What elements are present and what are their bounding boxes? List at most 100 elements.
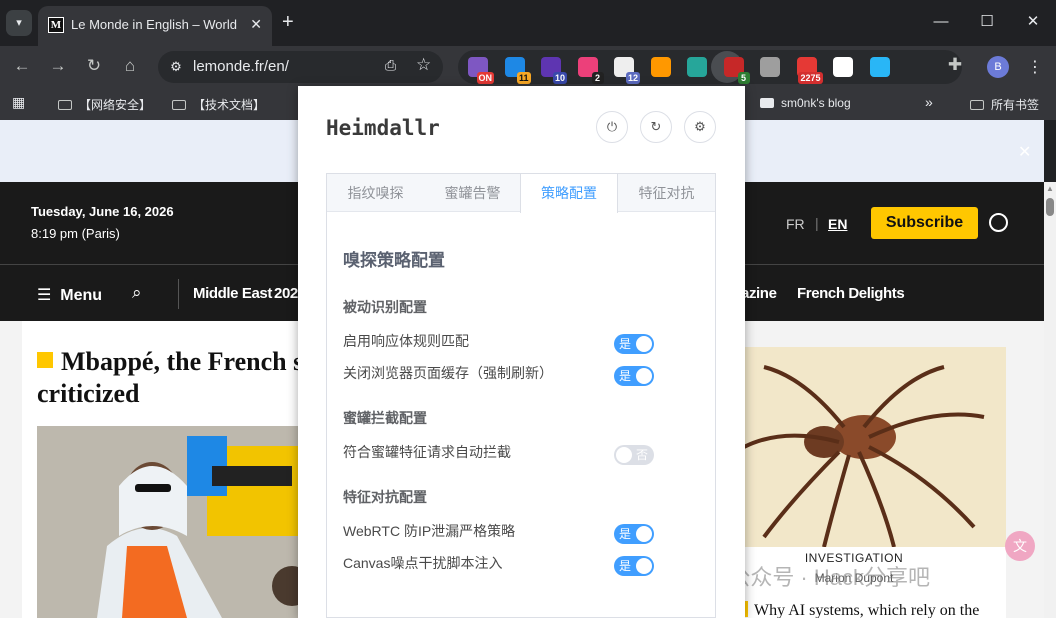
tab-honeypot-alert[interactable]: 蜜罐告警 bbox=[424, 174, 521, 212]
tab-search-button[interactable]: ▾ bbox=[6, 10, 32, 36]
bookmark-folder-docs[interactable]: 【技术文档】 bbox=[172, 96, 265, 113]
nav-item-french-delights[interactable]: French Delights bbox=[797, 285, 905, 302]
menu-button[interactable]: ☰ Menu bbox=[37, 285, 102, 305]
extension-badge: 10 bbox=[552, 72, 567, 84]
close-window-icon[interactable]: ✕ bbox=[1010, 12, 1056, 32]
bookmark-star-icon[interactable]: ☆ bbox=[416, 55, 431, 75]
extensions-bar: ON 11 10 2 12 5 2275 bbox=[458, 50, 962, 84]
refresh-icon[interactable]: ↻ bbox=[640, 111, 672, 143]
nav-divider bbox=[178, 279, 179, 309]
section-passive-title: 被动识别配置 bbox=[343, 299, 427, 315]
new-tab-button[interactable]: + bbox=[282, 12, 294, 32]
toggle-knob bbox=[636, 336, 652, 352]
menu-kebab-icon[interactable]: ⋮ bbox=[1027, 57, 1043, 77]
diamond-ext-icon[interactable] bbox=[869, 57, 890, 77]
tab-policy-config[interactable]: 策略配置 bbox=[520, 174, 618, 213]
row-label-disable-cache: 关闭浏览器页面缓存（强制刷新） bbox=[343, 365, 553, 381]
home-icon[interactable]: ⌂ bbox=[118, 56, 142, 76]
settings-gear-icon[interactable]: ⚙ bbox=[684, 111, 716, 143]
minimize-icon[interactable]: — bbox=[918, 12, 964, 32]
reload-icon[interactable]: ↻ bbox=[82, 56, 106, 76]
on-ext-icon[interactable]: ON bbox=[468, 57, 494, 84]
page-scrollbar[interactable]: ▲ bbox=[1044, 182, 1056, 618]
extension-badge: 2 bbox=[591, 72, 604, 84]
bookmark-sm0nk-blog[interactable]: sm0nk's blog bbox=[760, 96, 851, 110]
row-label-canvas-noise: Canvas噪点干扰脚本注入 bbox=[343, 555, 503, 571]
tab-fingerprint-sniff[interactable]: 指纹嗅探 bbox=[327, 174, 424, 212]
counter-ext-icon[interactable]: 2275 bbox=[796, 57, 823, 84]
scroll-up-icon[interactable]: ▲ bbox=[1046, 184, 1054, 193]
nav-item-magazine[interactable]: azine bbox=[741, 285, 777, 302]
page-icon bbox=[760, 98, 774, 108]
popup-title: Heimdallr bbox=[326, 116, 440, 140]
nav-item-middle-east[interactable]: Middle East bbox=[193, 285, 272, 302]
browser-tab[interactable]: M Le Monde in English – World ✕ bbox=[38, 6, 272, 46]
toggle-webrtc[interactable]: 是 bbox=[614, 524, 654, 544]
section-honeypot-title: 蜜罐拦截配置 bbox=[343, 410, 427, 426]
row-label-webrtc: WebRTC 防IP泄漏严格策略 bbox=[343, 523, 516, 539]
side-headline[interactable]: Why AI systems, which rely on the intern… bbox=[744, 600, 1006, 618]
panda-ext-icon[interactable] bbox=[833, 57, 853, 77]
extension-badge: ON bbox=[476, 72, 494, 84]
bookmarks-overflow-icon[interactable]: » bbox=[925, 94, 933, 110]
main-article-card[interactable]: Mbappé, the French star adored and criti… bbox=[22, 321, 468, 618]
side-headline-text: Why AI systems, which rely on the intern… bbox=[754, 602, 980, 618]
power-icon[interactable]: ⏻ bbox=[596, 111, 628, 143]
toggle-state-label: 是 bbox=[619, 527, 632, 541]
scrollbar-thumb[interactable] bbox=[1046, 198, 1054, 216]
code-ext-icon[interactable] bbox=[687, 57, 707, 77]
language-fr-link[interactable]: FR bbox=[786, 216, 805, 232]
back-icon[interactable]: ← bbox=[10, 56, 34, 76]
tab-feature-counter[interactable]: 特征对抗 bbox=[618, 174, 715, 212]
premium-badge-icon bbox=[37, 352, 53, 368]
c-ext-icon[interactable]: 11 bbox=[504, 57, 531, 84]
subscribe-button[interactable]: Subscribe bbox=[871, 207, 978, 239]
bookmark-label: sm0nk's blog bbox=[781, 96, 851, 110]
all-bookmarks-folder[interactable]: 所有书签 bbox=[970, 96, 1039, 113]
address-bar[interactable]: ⚙ lemonde.fr/en/ ⎙ ☆ bbox=[158, 51, 443, 83]
bookmark-folder-security[interactable]: 【网络安全】 bbox=[58, 96, 151, 113]
translate-icon[interactable]: 文 bbox=[1005, 531, 1035, 561]
person-ext-icon[interactable] bbox=[650, 57, 671, 77]
section-counter-title: 特征对抗配置 bbox=[343, 489, 427, 505]
extension-badge: 2275 bbox=[798, 72, 823, 84]
toggle-disable-cache[interactable]: 是 bbox=[614, 366, 654, 386]
toggle-knob bbox=[636, 368, 652, 384]
site-info-icon[interactable]: ⚙ bbox=[166, 57, 186, 77]
tab-strip: ▾ M Le Monde in English – World ✕ + — ☐ … bbox=[0, 0, 1056, 46]
policy-heading: 嗅探策略配置 bbox=[343, 251, 445, 270]
toggle-auto-block[interactable]: 否 bbox=[614, 445, 654, 465]
toggle-state-label: 否 bbox=[636, 448, 649, 462]
profile-avatar[interactable]: B bbox=[987, 56, 1009, 78]
extensions-puzzle-icon[interactable]: ✚ bbox=[943, 55, 967, 75]
url-text[interactable]: lemonde.fr/en/ bbox=[193, 58, 289, 75]
forward-icon[interactable]: → bbox=[46, 56, 70, 76]
maximize-icon[interactable]: ☐ bbox=[964, 12, 1010, 32]
folder-icon bbox=[172, 100, 186, 110]
install-app-icon[interactable]: ⎙ bbox=[385, 57, 396, 74]
apps-grid-icon[interactable]: ▦ bbox=[12, 94, 25, 111]
account-icon[interactable] bbox=[989, 213, 1008, 232]
nav-item-2026[interactable]: 202 bbox=[274, 285, 298, 302]
row-label-response-rule: 启用响应体规则匹配 bbox=[343, 333, 469, 349]
toggle-state-label: 是 bbox=[619, 369, 632, 383]
search-icon[interactable]: ⌕ bbox=[132, 283, 142, 303]
bookmark-label: 【网络安全】 bbox=[79, 98, 152, 112]
pause-ext-icon[interactable] bbox=[760, 57, 780, 77]
banner-close-icon[interactable]: ✕ bbox=[1018, 142, 1031, 162]
calendar-ext-icon[interactable]: 12 bbox=[614, 57, 640, 84]
toggle-response-rule[interactable]: 是 bbox=[614, 334, 654, 354]
article-photo[interactable] bbox=[37, 426, 312, 618]
toggle-state-label: 是 bbox=[619, 337, 632, 351]
all-bookmarks-label: 所有书签 bbox=[991, 98, 1040, 112]
toggle-knob bbox=[616, 447, 632, 463]
dots-ext-icon[interactable]: 2 bbox=[577, 57, 604, 84]
shield-ext-icon[interactable]: 10 bbox=[541, 57, 567, 84]
popup-tabs: 指纹嗅探 蜜罐告警 策略配置 特征对抗 bbox=[327, 174, 715, 213]
heimdallr-ext-icon[interactable]: 5 bbox=[723, 57, 750, 84]
menu-label: Menu bbox=[60, 287, 103, 304]
language-en-link[interactable]: EN bbox=[828, 216, 847, 232]
close-tab-icon[interactable]: ✕ bbox=[250, 16, 262, 33]
toggle-canvas-noise[interactable]: 是 bbox=[614, 556, 654, 576]
watermark-text: 公众号 · Hack分享吧 bbox=[728, 565, 930, 590]
